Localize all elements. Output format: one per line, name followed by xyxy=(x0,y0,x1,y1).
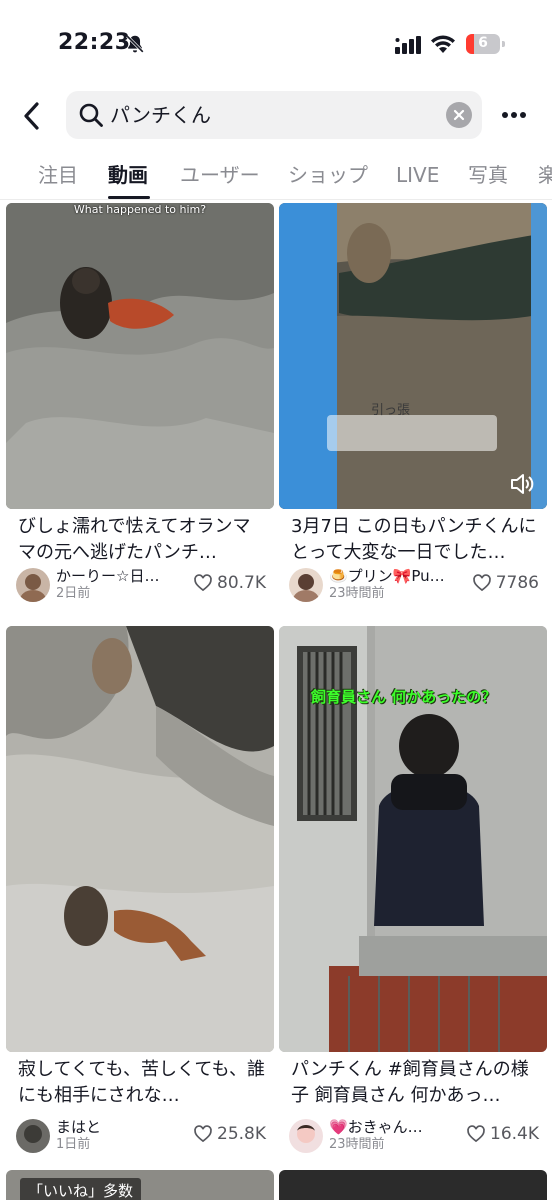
video-card[interactable]: 寂してくても、苦しくても、誰にも相手にされな… まはと 1日前 25.8K xyxy=(6,626,274,1162)
video-card[interactable]: What happened to him? びしょ濡れで怯えてオランママの元へ逃… xyxy=(6,203,274,615)
video-title: 3月7日 この日もパンチくんにとって大変な一日でした… xyxy=(291,516,537,563)
video-card[interactable]: 引っ張 3月7日 この日もパンチくんにとって大変な一日でした… 🍮プリン🎀Pu…… xyxy=(279,203,547,615)
video-title: びしょ濡れで怯えてオランママの元へ逃げたパンチ… xyxy=(18,516,251,563)
video-meta: 🍮プリン🎀Pu… 23時間前 7786 xyxy=(289,566,541,608)
video-title: パンチくん #飼育員さんの様子 飼育員さん 何かあっ… xyxy=(291,1059,529,1106)
status-bar: 22:23 6 xyxy=(0,0,552,90)
like-count-value: 25.8K xyxy=(217,1124,266,1144)
search-input[interactable]: パンチくん xyxy=(66,91,482,139)
author-name[interactable]: かーりー☆日… xyxy=(56,566,184,586)
tab-shop[interactable]: ショップ xyxy=(288,162,368,188)
battery-level: 6 xyxy=(478,35,488,51)
video-card[interactable]: 飼育員さん 何かあったの？ パンチくん #飼育員さんの様子 飼育員さん 何かあっ… xyxy=(279,626,547,1162)
video-meta: 💗おきゃん… 23時間前 16.4K xyxy=(289,1117,541,1159)
avatar[interactable] xyxy=(16,1119,50,1153)
overlay-caption: What happened to him? xyxy=(73,203,207,216)
heart-icon xyxy=(472,574,491,592)
wifi-icon xyxy=(431,35,455,53)
video-title: 寂してくても、苦しくても、誰にも相手にされな… xyxy=(18,1059,265,1106)
back-icon xyxy=(24,102,39,130)
tab-live[interactable]: LIVE xyxy=(396,162,439,188)
back-button[interactable] xyxy=(14,96,50,136)
post-date: 23時間前 xyxy=(329,586,385,601)
more-icon xyxy=(502,112,526,118)
bell-off-icon xyxy=(126,35,144,53)
like-count[interactable]: 7786 xyxy=(472,572,539,594)
search-query[interactable]: パンチくん xyxy=(110,101,211,129)
overlay-caption: 「いいね」多数 xyxy=(20,1178,142,1200)
heart-icon xyxy=(194,1125,212,1143)
search-tabs: 注目 動画 ユーザー ショップ LIVE 写真 楽 xyxy=(0,150,552,200)
video-meta: まはと 1日前 25.8K xyxy=(16,1117,268,1159)
author-name[interactable]: 💗おきゃん… xyxy=(329,1117,457,1137)
video-thumbnail[interactable] xyxy=(6,626,274,1052)
tab-more[interactable]: 楽 xyxy=(538,162,552,188)
tab-videos[interactable]: 動画 xyxy=(108,162,148,188)
video-thumbnail[interactable]: 引っ張 xyxy=(279,203,547,509)
post-date: 23時間前 xyxy=(329,1137,385,1152)
like-count[interactable]: 80.7K xyxy=(193,572,266,594)
like-count-value: 16.4K xyxy=(490,1124,539,1144)
video-thumbnail[interactable]: What happened to him? xyxy=(6,203,274,509)
avatar[interactable] xyxy=(289,1119,323,1153)
clear-search-button[interactable] xyxy=(446,102,472,128)
like-count-value: 7786 xyxy=(495,573,539,593)
heart-icon xyxy=(194,574,212,592)
post-date: 1日前 xyxy=(56,1137,91,1152)
video-card[interactable] xyxy=(279,1170,547,1200)
heart-icon xyxy=(467,1125,485,1143)
status-time: 22:23 xyxy=(58,30,131,55)
like-count[interactable]: 25.8K xyxy=(193,1123,266,1145)
active-tab-indicator xyxy=(108,196,150,199)
video-thumbnail[interactable]: 飼育員さん 何かあったの？ xyxy=(279,626,547,1052)
avatar[interactable] xyxy=(289,568,323,602)
signal-icon xyxy=(395,36,421,54)
video-meta: かーりー☆日… 2日前 80.7K xyxy=(16,566,268,608)
author-name[interactable]: まはと xyxy=(56,1117,184,1137)
like-count[interactable]: 16.4K xyxy=(466,1123,539,1145)
post-date: 2日前 xyxy=(56,586,91,601)
tab-photos[interactable]: 写真 xyxy=(468,162,508,188)
avatar[interactable] xyxy=(16,568,50,602)
video-card[interactable]: 「いいね」多数 xyxy=(6,1170,274,1200)
tab-featured[interactable]: 注目 xyxy=(38,162,78,188)
battery-icon: 6 xyxy=(466,34,506,54)
tab-users[interactable]: ユーザー xyxy=(180,162,260,188)
clear-icon xyxy=(453,109,465,121)
like-count-value: 80.7K xyxy=(217,573,266,593)
sound-icon[interactable] xyxy=(509,471,535,497)
search-icon xyxy=(79,103,103,127)
overlay-caption: 引っ張 xyxy=(371,403,411,418)
author-name[interactable]: 🍮プリン🎀Pu… xyxy=(329,566,457,586)
video-thumbnail[interactable]: 「いいね」多数 xyxy=(6,1170,274,1200)
more-options-button[interactable] xyxy=(496,100,532,130)
overlay-caption: 飼育員さん 何かあったの？ xyxy=(311,688,497,706)
video-thumbnail[interactable] xyxy=(279,1170,547,1200)
